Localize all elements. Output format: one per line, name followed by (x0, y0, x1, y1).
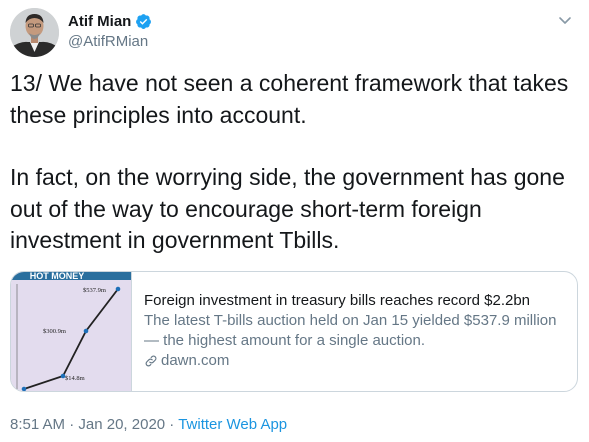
card-description: The latest T-bills auction held on Jan 1… (144, 312, 557, 349)
thumbnail-label: $537.9m (83, 287, 106, 294)
tweet-meta: 8:51 AM · Jan 20, 2020 · Twitter Web App (10, 416, 287, 433)
card-title: Foreign investment in treasury bills rea… (144, 292, 531, 309)
thumbnail-banner: HOT MONEY (30, 272, 85, 281)
avatar[interactable] (10, 8, 59, 57)
tweet-paragraph-2: In fact, on the worrying side, the gover… (10, 164, 565, 253)
card-domain-text: dawn.com (161, 352, 230, 369)
author-name[interactable]: Atif Mian (68, 13, 131, 30)
verified-badge-icon (135, 13, 152, 30)
tweet-source[interactable]: Twitter Web App (178, 416, 287, 433)
card-thumbnail: HOT MONEY $537.9m $300.9m $14.8m (11, 272, 132, 391)
author-handle[interactable]: @AtifRMian (68, 33, 152, 50)
thumbnail-point (115, 286, 121, 292)
tweet-paragraph-1: 13/ We have not seen a coherent framewor… (10, 70, 569, 128)
author-block: Atif Mian @AtifRMian (68, 11, 152, 50)
meta-separator: · (165, 416, 179, 433)
thumbnail-point (83, 328, 89, 334)
tweet-time[interactable]: 8:51 AM (10, 416, 65, 433)
tweet-text: 13/ We have not seen a coherent framewor… (10, 68, 578, 257)
card-body: Foreign investment in treasury bills rea… (144, 291, 569, 371)
chevron-down-icon[interactable] (557, 12, 573, 28)
meta-separator: · (65, 416, 79, 433)
link-icon (145, 355, 157, 367)
link-card[interactable]: HOT MONEY $537.9m $300.9m $14.8m Foreign… (10, 271, 578, 392)
tweet-date[interactable]: Jan 20, 2020 (78, 416, 165, 433)
thumbnail-label: $300.9m (43, 328, 66, 335)
tweet: Atif Mian @AtifRMian 13/ We have not see… (0, 0, 589, 442)
card-domain: dawn.com (144, 351, 569, 371)
thumbnail-label: $14.8m (65, 375, 85, 382)
thumbnail-point (21, 386, 27, 391)
